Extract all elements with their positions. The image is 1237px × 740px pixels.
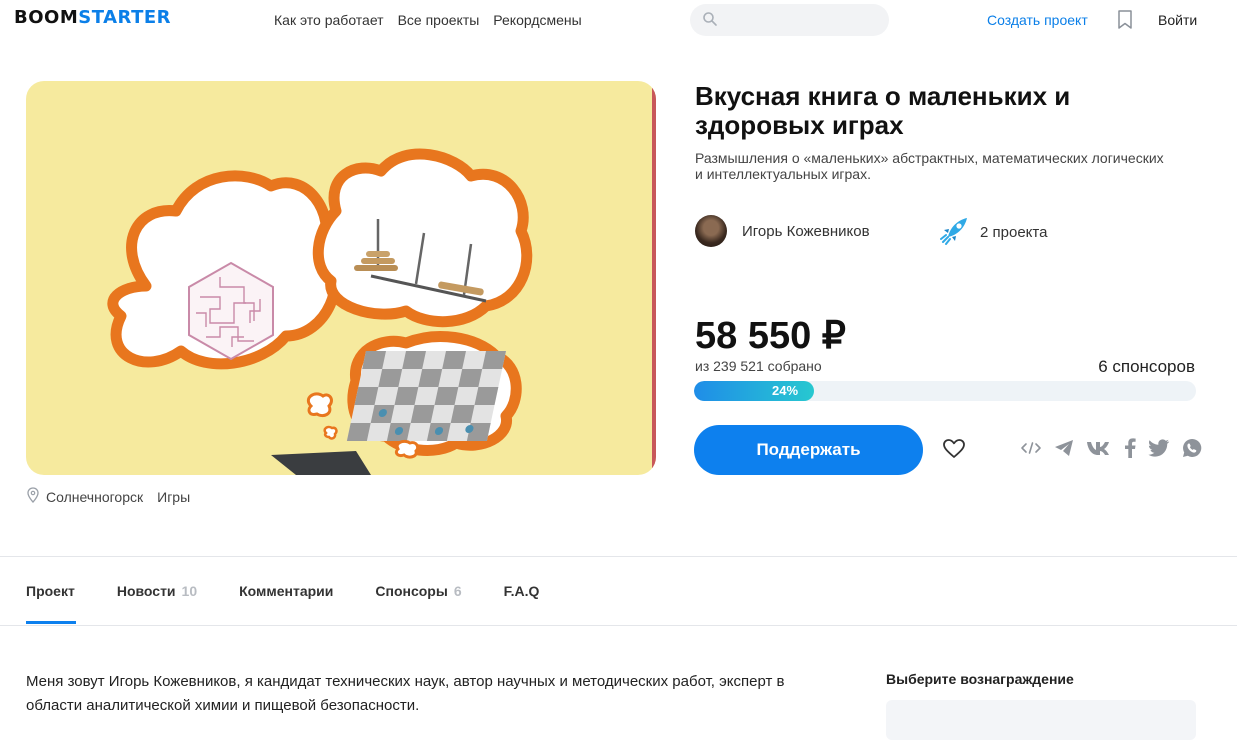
site-logo[interactable]: BOOMSTARTER [14,7,171,28]
top-header: BOOMSTARTER Как это работает Все проекты… [0,0,1237,40]
project-description: Меня зовут Игорь Кожевников, я кандидат … [26,673,785,714]
category-link[interactable]: Игры [157,489,190,505]
sponsors-count: 6 спонсоров [1098,357,1195,376]
tab-sponsors[interactable]: Спонсоры 6 [375,583,461,599]
rocket-icon [940,215,970,250]
search-input[interactable] [690,4,889,36]
tab-sponsors-count: 6 [453,583,462,599]
tabs-divider [0,625,1237,626]
tab-news[interactable]: Новости 10 [117,583,197,599]
bookmark-icon[interactable] [1117,10,1133,35]
support-button[interactable]: Поддержать [694,425,923,475]
tab-comments[interactable]: Комментарии [239,583,333,599]
telegram-icon[interactable] [1054,439,1074,462]
main-nav: Как это работает Все проекты Рекордсмены [274,12,582,28]
embed-icon[interactable] [1020,441,1042,460]
whatsapp-icon[interactable] [1182,438,1202,463]
location-pin-icon [26,487,40,506]
reward-heading: Выберите вознаграждение [886,671,1074,687]
tab-news-count: 10 [181,583,198,599]
vk-icon[interactable] [1086,440,1112,461]
active-tab-indicator [26,621,76,624]
create-project-link[interactable]: Создать проект [987,12,1088,28]
facebook-icon[interactable] [1124,438,1136,463]
tab-faq[interactable]: F.A.Q [504,583,540,599]
goal-text: из 239 521 собрано [695,358,822,374]
twitter-icon[interactable] [1148,439,1170,462]
nav-all-projects[interactable]: Все проекты [398,12,480,28]
project-meta: Солнечногорск Игры [26,487,190,506]
nav-how-it-works[interactable]: Как это работает [274,12,384,28]
project-cover-image [26,81,656,475]
author-block[interactable]: Игорь Кожевников [695,215,870,247]
author-name[interactable]: Игорь Кожевников [742,223,870,240]
avatar[interactable] [695,215,727,247]
raised-amount: 58 550 ₽ [695,315,846,357]
author-projects[interactable]: 2 проекта [940,215,1047,250]
project-subtitle: Размышления о «маленьких» абстрактных, м… [695,150,1164,182]
login-link[interactable]: Войти [1158,12,1197,28]
section-divider [0,556,1237,557]
heart-icon[interactable] [943,439,965,464]
search-icon [702,11,718,32]
projects-count[interactable]: 2 проекта [980,224,1047,241]
share-icons [1020,438,1202,463]
funding-progress-bar: 24% [694,381,1196,401]
tab-project[interactable]: Проект [26,583,75,599]
project-tabs: Проект Новости 10 Комментарии Спонсоры 6 F… [26,583,539,599]
project-title: Вкусная книга о маленьких и здоровых игр… [695,81,1071,140]
location-link[interactable]: Солнечногорск [46,489,143,505]
nav-record-holders[interactable]: Рекордсмены [493,12,581,28]
progress-label: 24% [772,383,799,398]
reward-card[interactable] [886,700,1196,740]
